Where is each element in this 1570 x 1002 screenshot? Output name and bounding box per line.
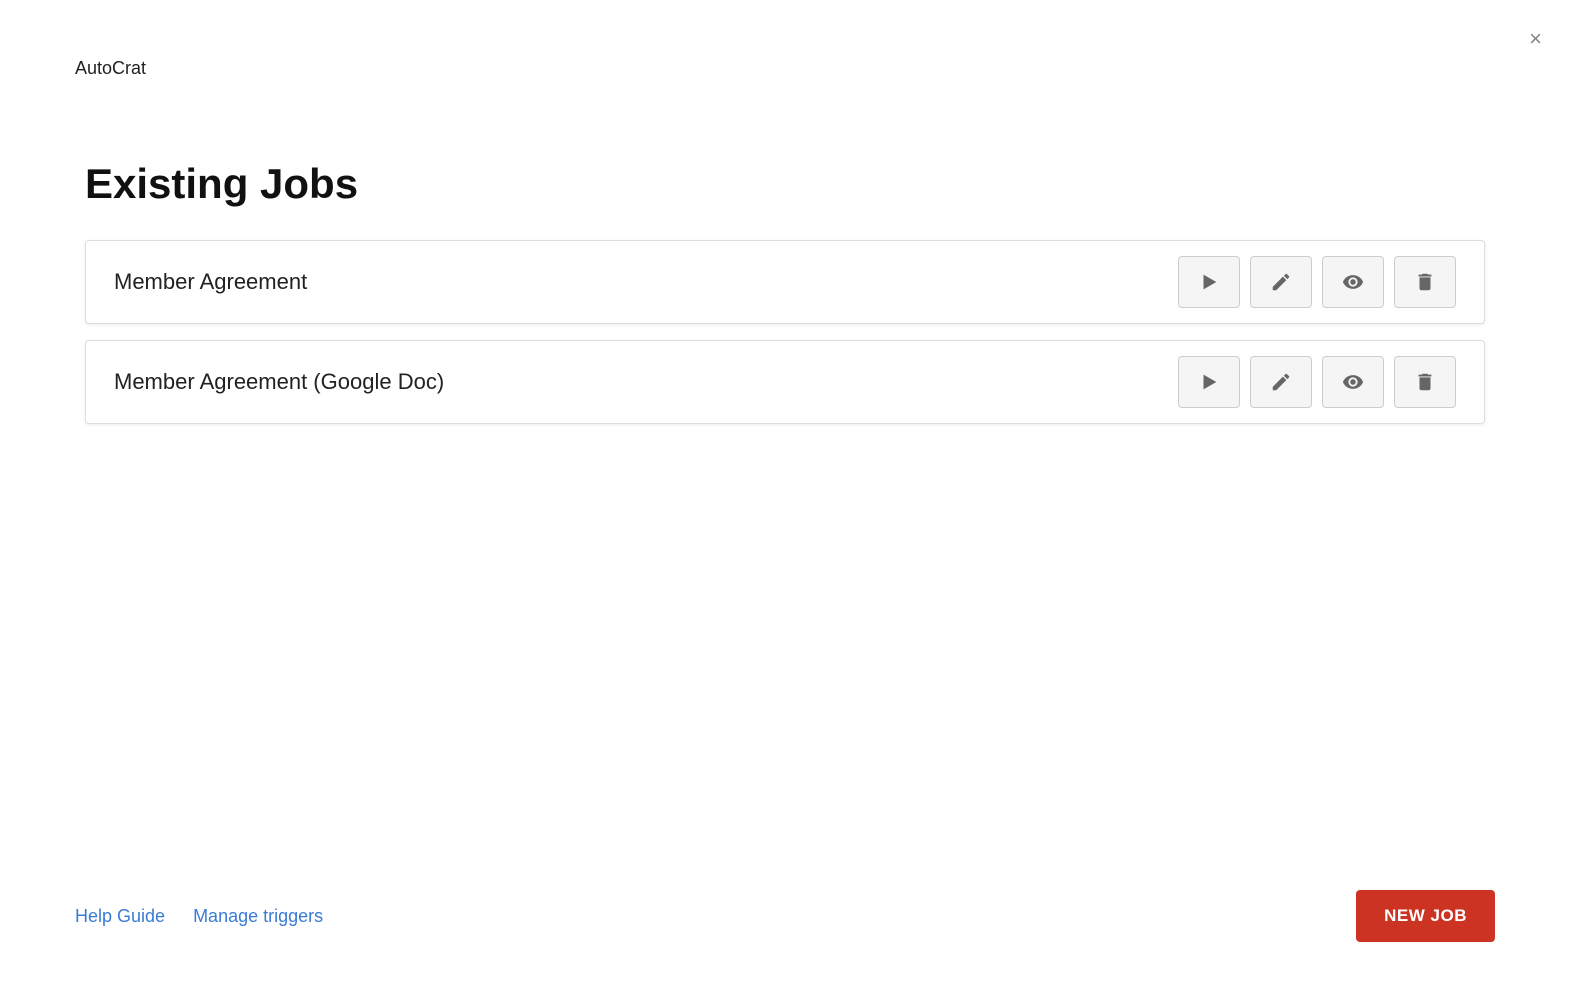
job-row: Member Agreement — [85, 240, 1485, 324]
job-actions — [1178, 356, 1456, 408]
view-job-button[interactable] — [1322, 256, 1384, 308]
edit-job-button[interactable] — [1250, 256, 1312, 308]
run-job-button[interactable] — [1178, 256, 1240, 308]
jobs-list: Member Agreement — [85, 240, 1485, 424]
eye-icon — [1342, 371, 1364, 393]
trash-icon — [1414, 271, 1436, 293]
job-row: Member Agreement (Google Doc) — [85, 340, 1485, 424]
manage-triggers-link[interactable]: Manage triggers — [193, 906, 323, 927]
delete-job-button[interactable] — [1394, 256, 1456, 308]
run-job-button[interactable] — [1178, 356, 1240, 408]
eye-icon — [1342, 271, 1364, 293]
job-name: Member Agreement (Google Doc) — [114, 369, 1178, 395]
job-name: Member Agreement — [114, 269, 1178, 295]
footer-links: Help Guide Manage triggers — [75, 906, 323, 927]
help-guide-link[interactable]: Help Guide — [75, 906, 165, 927]
new-job-button[interactable]: NEW JOB — [1356, 890, 1495, 942]
footer: Help Guide Manage triggers NEW JOB — [75, 890, 1495, 942]
close-button[interactable]: × — [1529, 28, 1542, 50]
play-icon — [1198, 271, 1220, 293]
page-title: Existing Jobs — [85, 160, 358, 208]
edit-job-button[interactable] — [1250, 356, 1312, 408]
view-job-button[interactable] — [1322, 356, 1384, 408]
play-icon — [1198, 371, 1220, 393]
job-actions — [1178, 256, 1456, 308]
edit-icon — [1270, 371, 1292, 393]
delete-job-button[interactable] — [1394, 356, 1456, 408]
trash-icon — [1414, 371, 1436, 393]
app-title: AutoCrat — [75, 58, 146, 79]
edit-icon — [1270, 271, 1292, 293]
